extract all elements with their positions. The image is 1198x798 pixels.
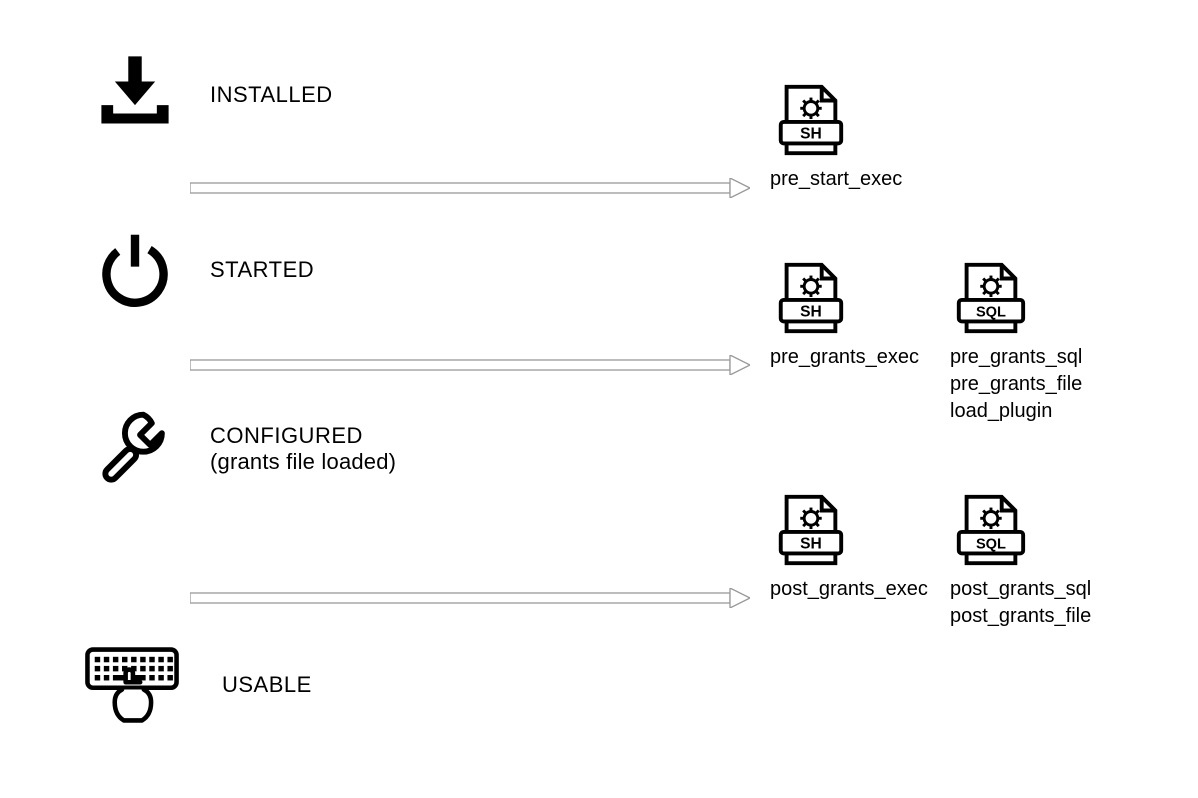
stage-started: STARTED [90, 225, 314, 315]
svg-text:SH: SH [800, 304, 822, 321]
file-sh-icon: SH [770, 258, 850, 338]
arrow-1 [190, 178, 750, 196]
stage-usable: USABLE [82, 640, 312, 730]
hook-label-post-grants-sql: post_grants_sql [950, 576, 1091, 603]
hook-label-pre-grants-sql: pre_grants_sql [950, 344, 1082, 371]
hook-label-post-grants-file: post_grants_file [950, 603, 1091, 630]
power-icon [90, 225, 180, 315]
hook-label-post-grants-exec: post_grants_exec [770, 576, 928, 603]
stage-installed: INSTALLED [90, 50, 333, 140]
svg-text:SQL: SQL [976, 537, 1006, 553]
download-icon [90, 50, 180, 140]
stage-configured-label: CONFIGURED [210, 423, 396, 449]
stage-started-label: STARTED [210, 257, 314, 283]
file-sql-icon: SQL [950, 258, 1030, 338]
hook-label-pre-start-exec: pre_start_exec [770, 166, 902, 193]
hook-label-load-plugin: load_plugin [950, 398, 1082, 425]
hook-label-pre-grants-exec: pre_grants_exec [770, 344, 919, 371]
file-sql-icon: SQL [950, 490, 1030, 570]
hook-label-pre-grants-file: pre_grants_file [950, 371, 1082, 398]
file-post-grants-exec: SH post_grants_exec [770, 490, 928, 603]
file-pre-grants-exec: SH pre_grants_exec [770, 258, 919, 371]
svg-text:SH: SH [800, 536, 822, 553]
keyboard-hand-icon [82, 640, 182, 730]
stage-configured-sublabel: (grants file loaded) [210, 449, 396, 475]
file-sh-icon: SH [770, 80, 850, 160]
stage-usable-label: USABLE [222, 672, 312, 698]
svg-text:SQL: SQL [976, 305, 1006, 321]
file-post-grants-sql: SQL post_grants_sql post_grants_file [950, 490, 1091, 630]
wrench-icon [90, 405, 180, 495]
svg-text:SH: SH [800, 126, 822, 143]
arrow-3 [190, 588, 750, 606]
stage-configured: CONFIGURED (grants file loaded) [90, 405, 396, 495]
file-pre-grants-sql: SQL pre_grants_sql pre_grants_file load_… [950, 258, 1082, 425]
file-pre-start-exec: SH pre_start_exec [770, 80, 902, 193]
stage-installed-label: INSTALLED [210, 82, 333, 108]
arrow-2 [190, 355, 750, 373]
file-sh-icon: SH [770, 490, 850, 570]
